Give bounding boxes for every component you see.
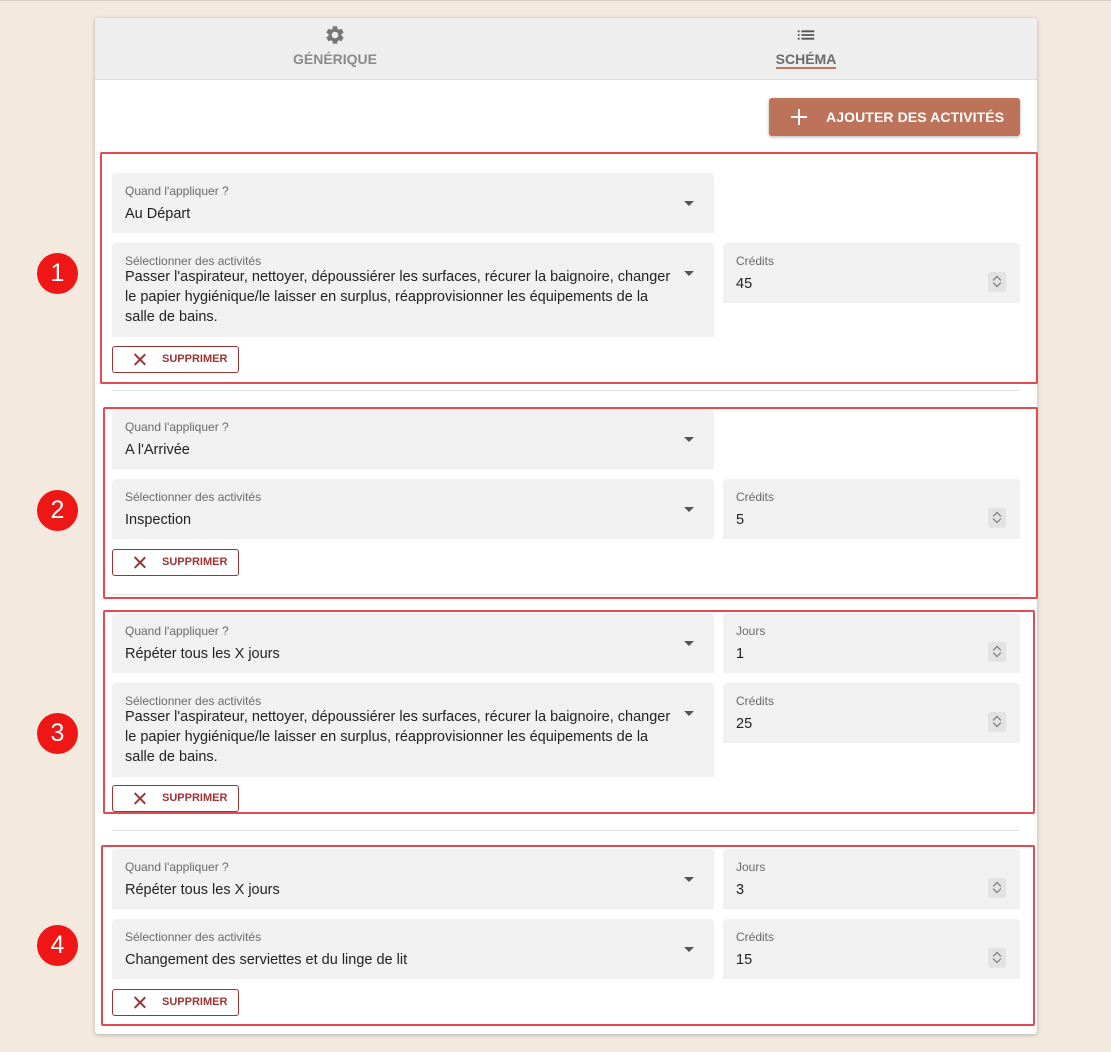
credits-input[interactable]: Crédits 15: [723, 919, 1020, 979]
stepper-icon[interactable]: [988, 508, 1006, 528]
credits-input[interactable]: Crédits 25: [723, 683, 1020, 743]
activities-select[interactable]: Sélectionner des activités Passer l'aspi…: [112, 243, 714, 337]
field-label: Quand l'appliquer ?: [125, 624, 229, 638]
field-value: A l'Arrivée: [125, 442, 190, 458]
field-label: Crédits: [736, 694, 775, 708]
field-label: Quand l'appliquer ?: [125, 184, 229, 198]
field-label: Quand l'appliquer ?: [125, 860, 229, 874]
field-label: Sélectionner des activités: [125, 254, 262, 268]
close-icon: [133, 353, 146, 366]
divider: [112, 830, 1020, 831]
add-activities-label: AJOUTER DES ACTIVITÉS: [826, 109, 1005, 125]
activities-select[interactable]: Sélectionner des activités Inspection: [112, 479, 714, 539]
step-badge: 2: [37, 490, 78, 531]
when-select[interactable]: Quand l'appliquer ? Répéter tous les X j…: [112, 613, 714, 673]
field-value: Répéter tous les X jours: [125, 882, 280, 898]
field-value: 1: [736, 646, 745, 662]
field-label: Sélectionner des activités: [125, 694, 262, 708]
tab-generic[interactable]: GÉNÉRIQUE: [215, 18, 455, 79]
stepper-icon[interactable]: [988, 948, 1006, 968]
tab-bar: GÉNÉRIQUE SCHÉMA: [95, 18, 1037, 80]
step-badge: 4: [37, 925, 78, 966]
field-label: Crédits: [736, 254, 775, 268]
delete-label: SUPPRIMER: [162, 353, 228, 365]
stepper-icon[interactable]: [988, 878, 1006, 898]
tab-schema[interactable]: SCHÉMA: [686, 18, 926, 79]
schema-card: GÉNÉRIQUE SCHÉMA AJOUTER DES ACTIVITÉS Q…: [95, 18, 1037, 1034]
tab-label: GÉNÉRIQUE: [292, 51, 377, 67]
field-value: Passer l'aspirateur, nettoyer, dépoussié…: [125, 709, 671, 765]
stepper-icon[interactable]: [988, 712, 1006, 732]
step-badge: 3: [37, 713, 78, 754]
when-select[interactable]: Quand l'appliquer ? Répéter tous les X j…: [112, 849, 714, 909]
delete-label: SUPPRIMER: [162, 996, 228, 1008]
field-label: Quand l'appliquer ?: [125, 420, 229, 434]
delete-button[interactable]: SUPPRIMER: [112, 346, 239, 373]
field-value: 3: [736, 882, 745, 898]
delete-button[interactable]: SUPPRIMER: [112, 785, 239, 812]
delete-button[interactable]: SUPPRIMER: [112, 989, 239, 1016]
activities-select[interactable]: Sélectionner des activités Changement de…: [112, 919, 714, 979]
chevron-down-icon: [684, 201, 694, 206]
list-icon: [795, 24, 817, 46]
chevron-down-icon: [684, 641, 694, 646]
days-input[interactable]: Jours 1: [723, 613, 1020, 673]
chevron-down-icon: [684, 947, 694, 952]
chevron-down-icon: [684, 507, 694, 512]
stepper-icon[interactable]: [988, 642, 1006, 662]
field-label: Jours: [736, 860, 766, 874]
when-select[interactable]: Quand l'appliquer ? A l'Arrivée: [112, 409, 714, 469]
delete-label: SUPPRIMER: [162, 556, 228, 568]
chevron-down-icon: [684, 271, 694, 276]
divider: [112, 594, 1020, 595]
chevron-down-icon: [684, 877, 694, 882]
field-value: Au Départ: [125, 206, 191, 222]
field-value: Inspection: [125, 512, 192, 528]
field-value: 15: [736, 952, 753, 968]
chevron-down-icon: [684, 437, 694, 442]
days-input[interactable]: Jours 3: [723, 849, 1020, 909]
close-icon: [133, 556, 146, 569]
delete-label: SUPPRIMER: [162, 792, 228, 804]
step-badge: 1: [37, 253, 78, 294]
close-icon: [133, 996, 146, 1009]
field-label: Crédits: [736, 490, 775, 504]
field-label: Sélectionner des activités: [125, 490, 262, 504]
top-border-line: [0, 0, 1111, 1]
credits-input[interactable]: Crédits 5: [723, 479, 1020, 539]
when-select[interactable]: Quand l'appliquer ? Au Départ: [112, 173, 714, 233]
chevron-down-icon: [684, 711, 694, 716]
field-value: Changement des serviettes et du linge de…: [125, 952, 408, 968]
field-value: Répéter tous les X jours: [125, 646, 280, 662]
credits-input[interactable]: Crédits 45: [723, 243, 1020, 303]
gear-icon: [324, 24, 346, 46]
stepper-icon[interactable]: [988, 272, 1006, 292]
tab-label: SCHÉMA: [775, 51, 837, 69]
field-value: 5: [736, 512, 745, 528]
field-value: 45: [736, 276, 753, 292]
delete-button[interactable]: SUPPRIMER: [112, 549, 239, 576]
field-value: Passer l'aspirateur, nettoyer, dépoussié…: [125, 269, 671, 325]
field-label: Jours: [736, 624, 766, 638]
divider: [112, 390, 1020, 391]
field-label: Sélectionner des activités: [125, 930, 262, 944]
plus-icon: [789, 107, 809, 127]
add-activities-button[interactable]: AJOUTER DES ACTIVITÉS: [769, 98, 1020, 136]
field-label: Crédits: [736, 930, 775, 944]
activities-select[interactable]: Sélectionner des activités Passer l'aspi…: [112, 683, 714, 777]
field-value: 25: [736, 716, 753, 732]
close-icon: [133, 792, 146, 805]
